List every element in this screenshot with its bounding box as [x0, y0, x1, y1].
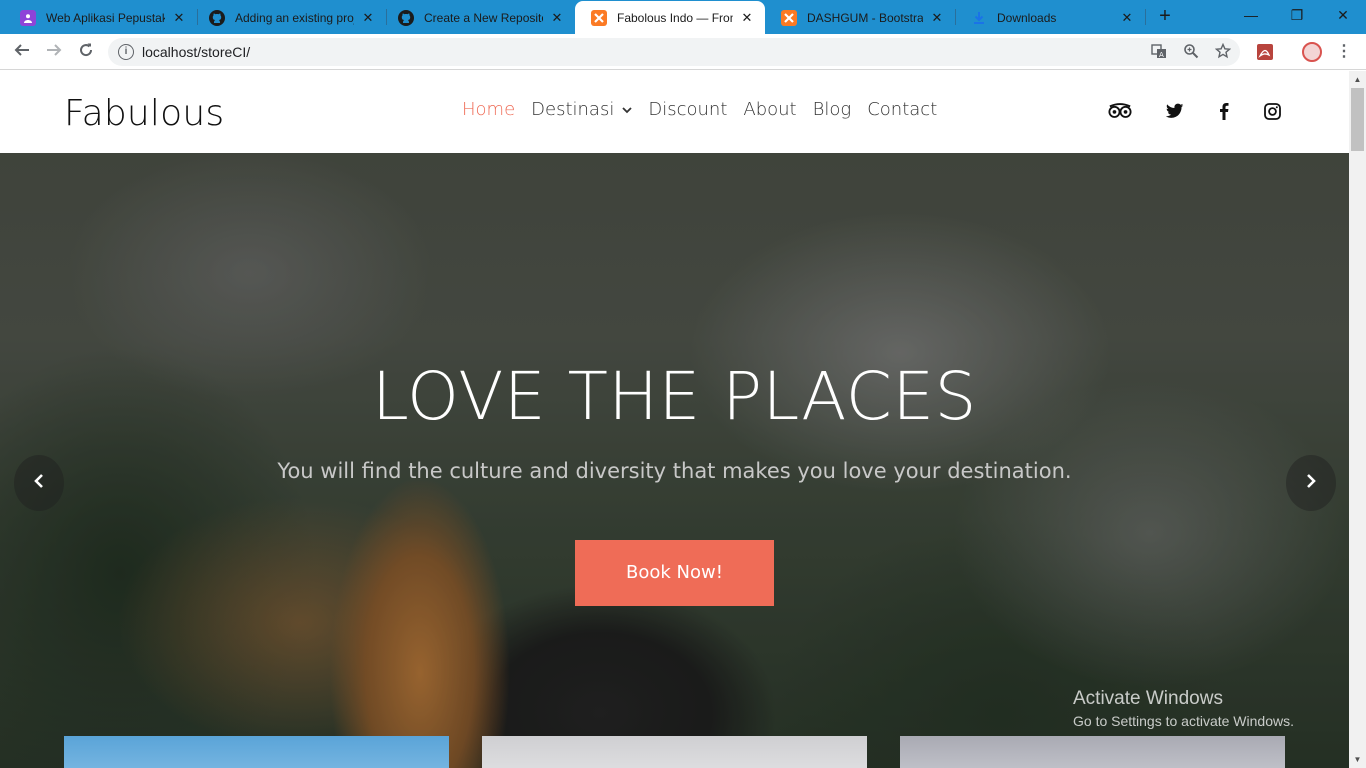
watermark-line-1: Activate Windows	[1073, 688, 1223, 709]
browser-tab[interactable]: Adding an existing proj ✕	[193, 1, 386, 34]
browser-tab-active[interactable]: Fabolous Indo — From ✕	[575, 1, 765, 34]
github-icon	[398, 9, 414, 26]
close-tab-icon[interactable]: ✕	[929, 10, 945, 26]
xampp-icon	[591, 9, 607, 26]
nav-destinasi[interactable]: Destinasi	[531, 99, 632, 120]
profile-avatar[interactable]	[1302, 42, 1322, 62]
download-icon	[971, 10, 987, 26]
zoom-icon[interactable]	[1182, 43, 1200, 61]
back-button[interactable]	[8, 38, 36, 66]
site-info-icon[interactable]: i	[118, 44, 134, 60]
twitter-icon[interactable]	[1163, 99, 1187, 123]
chevron-right-icon	[1307, 474, 1316, 488]
tab-title: Fabolous Indo — From	[617, 10, 733, 25]
nav-about[interactable]: About	[743, 99, 796, 120]
destination-card[interactable]	[482, 736, 867, 768]
close-tab-icon[interactable]: ✕	[360, 10, 376, 26]
browser-tab[interactable]: Downloads ✕	[955, 1, 1145, 34]
watermark-line-2: Go to Settings to activate Windows.	[1073, 713, 1294, 729]
web-page: Fabulous Home Destinasi Discount About B…	[0, 71, 1349, 768]
facebook-icon[interactable]	[1212, 99, 1236, 123]
tab-strip: Web Aplikasi Pepustakaa ✕ Adding an exis…	[0, 0, 1366, 34]
carousel-next-button[interactable]	[1286, 455, 1336, 511]
hero-carousel: LOVE THE PLACES You will find the cultur…	[0, 153, 1349, 768]
tab-title: Web Aplikasi Pepustakaa	[46, 10, 165, 25]
github-icon	[209, 9, 225, 26]
nav-destinasi-label: Destinasi	[531, 99, 615, 120]
tab-title: DASHGUM - Bootstrap	[807, 10, 923, 25]
arrow-right-icon	[47, 44, 62, 56]
reload-icon	[80, 43, 93, 57]
main-nav: Home Destinasi Discount About Blog Conta…	[462, 99, 937, 120]
new-tab-button[interactable]: +	[1153, 5, 1177, 29]
chevron-left-icon	[34, 474, 43, 488]
hero-title: LOVE THE PLACES	[372, 358, 977, 435]
browser-tab[interactable]: DASHGUM - Bootstrap ✕	[765, 1, 955, 34]
arrow-left-icon	[14, 44, 29, 56]
chevron-down-icon	[622, 104, 632, 117]
close-tab-icon[interactable]: ✕	[549, 10, 565, 26]
nav-discount[interactable]: Discount	[648, 99, 727, 120]
browser-tab[interactable]: Web Aplikasi Pepustakaa ✕	[4, 1, 197, 34]
carousel-prev-button[interactable]	[14, 455, 64, 511]
tripadvisor-icon[interactable]	[1108, 99, 1132, 123]
browser-menu-icon[interactable]: ⋮	[1336, 40, 1352, 64]
nav-blog[interactable]: Blog	[813, 99, 852, 120]
tab-title: Create a New Repositor	[424, 10, 543, 25]
hero-subtitle: You will find the culture and diversity …	[277, 459, 1072, 483]
instagram-icon[interactable]	[1260, 99, 1284, 123]
activate-windows-watermark: Activate Windows Go to Settings to activ…	[1073, 688, 1294, 729]
destination-card[interactable]	[64, 736, 449, 768]
close-tab-icon[interactable]: ✕	[171, 10, 187, 26]
close-window-button[interactable]: ✕	[1320, 0, 1366, 30]
nav-home[interactable]: Home	[462, 99, 515, 120]
browser-tab[interactable]: Create a New Repositor ✕	[382, 1, 575, 34]
translate-icon[interactable]: A	[1150, 43, 1168, 61]
close-tab-icon[interactable]: ✕	[739, 10, 755, 26]
nav-contact[interactable]: Contact	[867, 99, 937, 120]
pdf-extension-icon[interactable]	[1256, 43, 1274, 61]
svg-text:A: A	[1159, 51, 1164, 59]
reload-button[interactable]	[72, 38, 100, 66]
app-icon	[20, 9, 36, 26]
book-now-button[interactable]: Book Now!	[575, 540, 774, 606]
page-scrollbar[interactable]: ▲ ▼	[1349, 71, 1366, 768]
tab-title: Adding an existing proj	[235, 10, 354, 25]
tab-title: Downloads	[997, 10, 1057, 25]
minimize-button[interactable]: —	[1228, 0, 1274, 30]
url-text[interactable]: localhost/storeCI/	[142, 44, 250, 60]
scroll-up-icon[interactable]: ▲	[1349, 71, 1366, 88]
close-tab-icon[interactable]: ✕	[1119, 10, 1135, 26]
restore-button[interactable]: ❐	[1274, 0, 1320, 30]
scrollbar-thumb[interactable]	[1351, 88, 1364, 151]
site-logo[interactable]: Fabulous	[64, 93, 224, 134]
forward-button[interactable]	[40, 38, 68, 66]
address-bar[interactable]: i localhost/storeCI/ A	[108, 38, 1240, 66]
bookmark-star-icon[interactable]	[1214, 42, 1232, 61]
scroll-down-icon[interactable]: ▼	[1349, 751, 1366, 768]
destination-card[interactable]	[900, 736, 1285, 768]
browser-toolbar: i localhost/storeCI/ A ⋮	[0, 34, 1366, 70]
tab-divider	[1145, 9, 1146, 25]
xampp-icon	[781, 9, 797, 26]
site-header: Fabulous Home Destinasi Discount About B…	[0, 71, 1349, 153]
